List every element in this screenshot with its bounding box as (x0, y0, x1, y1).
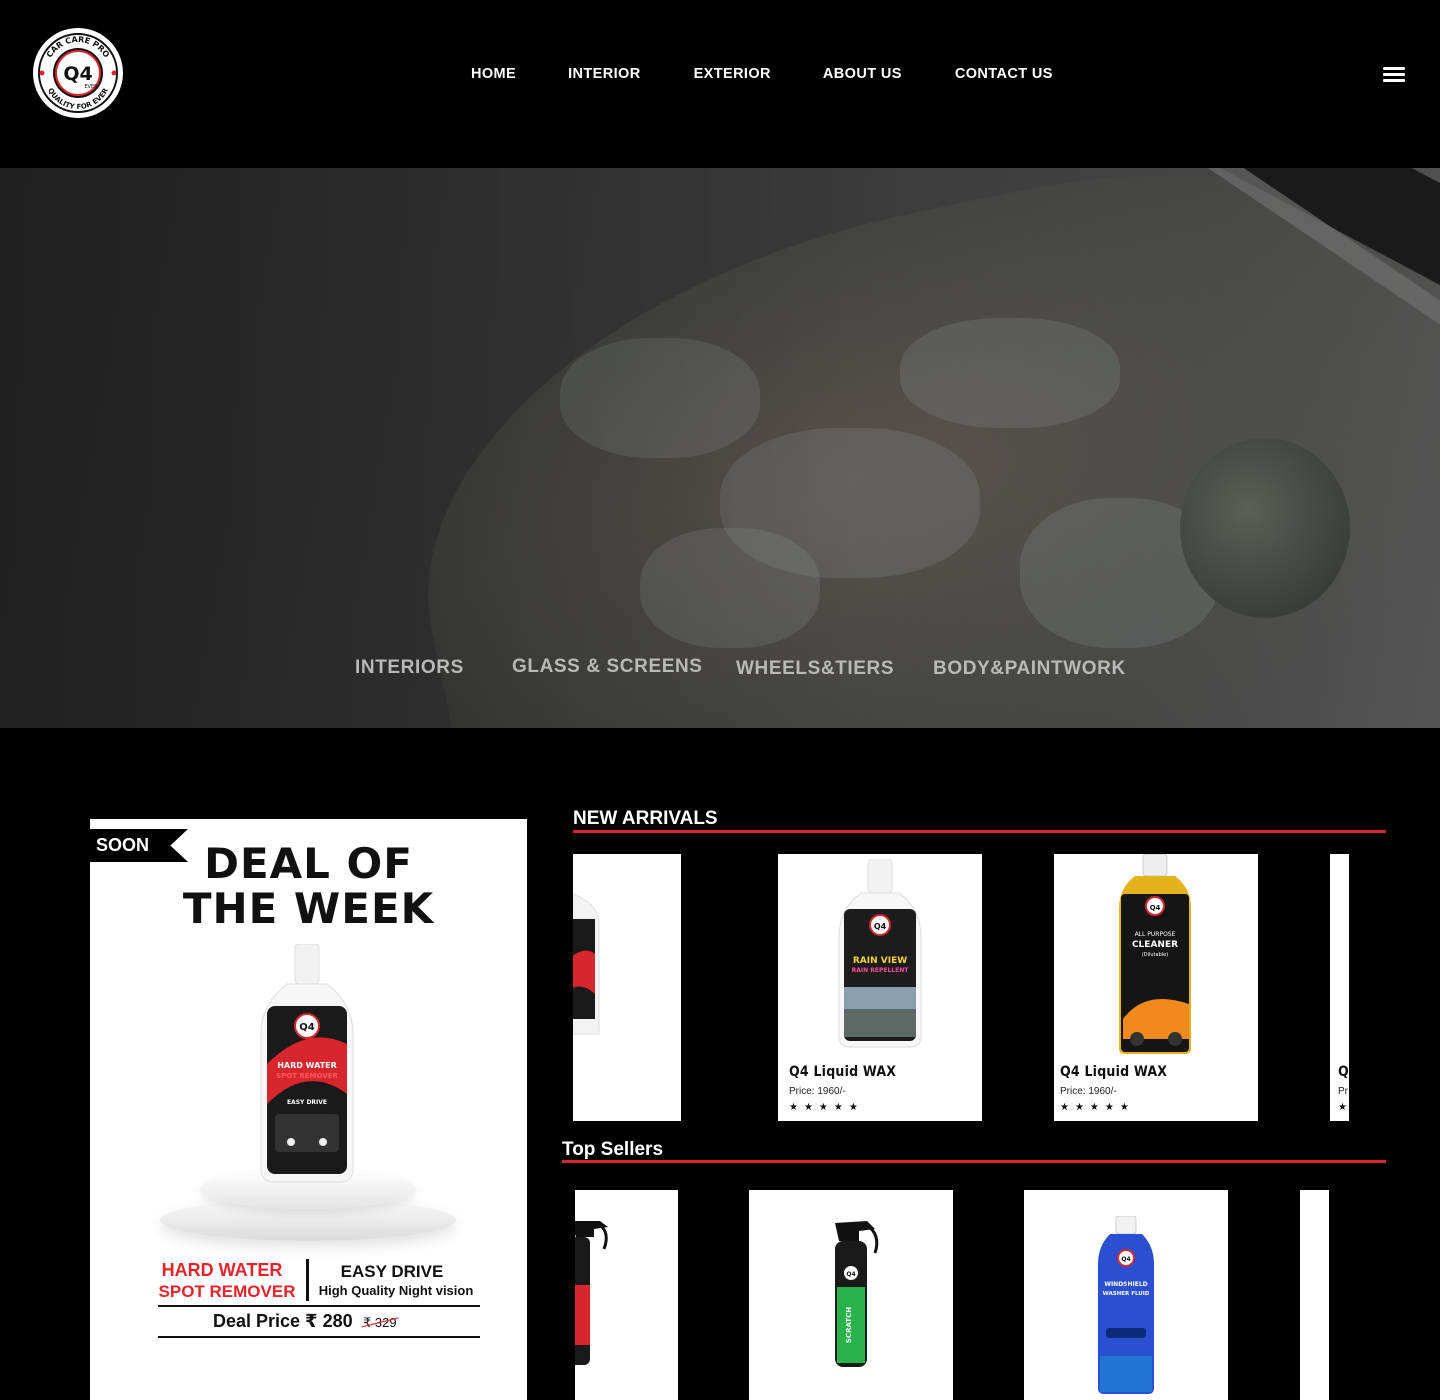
product-name[interactable]: Q4 Liquid WAX (1060, 1064, 1167, 1080)
deal-title-line2: THE WEEK (182, 884, 435, 933)
deal-right-line1: EASY DRIVE (340, 1262, 444, 1281)
category-interiors[interactable]: INTERIORS (355, 657, 464, 679)
category-body-paintwork[interactable]: BODY&PAINTWORK (933, 658, 1126, 680)
brand-logo[interactable]: Q4 EVER CAR CARE PRO QUALITY FOR EVER (33, 28, 123, 118)
svg-text:HARD WATER: HARD WATER (277, 1061, 337, 1070)
product-bottle-image (573, 893, 600, 1035)
svg-text:CLEANER: CLEANER (1132, 940, 1178, 950)
top-seller-card-scratch-remover[interactable]: Q4 SCRATCH (749, 1190, 953, 1400)
nav-contact-us[interactable]: CONTACT US (955, 66, 1053, 83)
product-card-partial-left[interactable] (573, 854, 681, 1121)
new-arrivals-underline (573, 830, 1386, 833)
product-bottle-image: Q4 WINDSHIELD WASHER FLUID (1098, 1216, 1154, 1394)
hamburger-icon[interactable] (1383, 66, 1405, 83)
product-price: Pr (1338, 1086, 1348, 1097)
product-card-all-purpose-cleaner[interactable]: Q4 ALL PURPOSE CLEANER (Dilutable) Q4 Li… (1054, 854, 1258, 1121)
svg-text:RAIN REPELLENT: RAIN REPELLENT (852, 967, 910, 974)
product-price: Price: 1960/- (1060, 1086, 1117, 1097)
svg-text:ALL PURPOSE: ALL PURPOSE (1135, 931, 1176, 938)
top-seller-card-windshield-washer[interactable]: Q4 WINDSHIELD WASHER FLUID (1024, 1190, 1228, 1400)
deal-title-line1: DEAL OF (204, 839, 413, 888)
nav-interior[interactable]: INTERIOR (568, 66, 640, 83)
product-card-rain-view[interactable]: Q4 RAIN VIEW RAIN REPELLENT Q4 Liquid WA… (778, 854, 982, 1121)
deal-old-price: ₹ 329 (363, 1315, 397, 1330)
product-name[interactable]: Q4 Liquid WAX (789, 1064, 896, 1080)
svg-text:Q4: Q4 (1150, 904, 1161, 912)
category-wheels-tiers[interactable]: WHEELS&TIERS (736, 658, 894, 680)
svg-text:Q4: Q4 (874, 922, 887, 931)
svg-text:Q4: Q4 (846, 1271, 855, 1278)
svg-text:WINDSHIELD: WINDSHIELD (1104, 1281, 1147, 1288)
category-glass-screens[interactable]: GLASS & SCREENS (512, 656, 703, 678)
svg-text:SPOT REMOVER: SPOT REMOVER (276, 1072, 338, 1080)
deal-right-line2: High Quality Night vision (318, 1283, 474, 1298)
top-sellers-underline (562, 1160, 1386, 1163)
hero-category-links: INTERIORS GLASS & SCREENS WHEELS&TIERS B… (0, 656, 1440, 686)
deal-price: Deal Price ₹ 280 (213, 1311, 353, 1331)
site-header: Q4 EVER CAR CARE PRO QUALITY FOR EVER HO… (0, 0, 1440, 168)
top-sellers-title: Top Sellers (562, 1139, 664, 1160)
nav-exterior[interactable]: EXTERIOR (694, 66, 771, 83)
product-rating-stars: ★ (1338, 1102, 1349, 1113)
deal-left-line1: HARD WATER (161, 1260, 283, 1280)
product-bottle-image: Q4 HARD WATER SPOT REMOVER EASY DRIVE (260, 944, 354, 1183)
top-seller-card-partial-left[interactable] (575, 1190, 678, 1400)
svg-text:Q4: Q4 (299, 1022, 315, 1033)
svg-text:RAIN VIEW: RAIN VIEW (853, 956, 907, 966)
product-price: Price: 1960/- (789, 1086, 846, 1097)
nav-home[interactable]: HOME (471, 66, 516, 83)
top-seller-card-partial-right[interactable] (1300, 1190, 1329, 1400)
svg-text:Q4: Q4 (1121, 1256, 1130, 1263)
nav-about-us[interactable]: ABOUT US (823, 66, 902, 83)
product-rating-stars: ★★★★★ (1060, 1102, 1135, 1113)
svg-text:WASHER FLUID: WASHER FLUID (1103, 1291, 1150, 1297)
svg-text:SCRATCH: SCRATCH (845, 1307, 853, 1343)
product-rating-stars: ★★★★★ (789, 1102, 864, 1113)
deal-of-the-week-banner[interactable]: SOON DEAL OF THE WEEK Q4 HARD WATER SPOT… (90, 819, 527, 1400)
svg-text:(Dilutable): (Dilutable) (1142, 952, 1168, 958)
product-bottle-image: Q4 RAIN VIEW RAIN REPELLENT (838, 859, 922, 1048)
spray-bottle-image: Q4 SCRATCH (835, 1221, 879, 1367)
svg-text:EVER: EVER (84, 84, 98, 90)
spray-bottle-image (575, 1221, 608, 1365)
svg-text:Q4: Q4 (63, 63, 92, 85)
product-card-partial-right[interactable]: Q4 Pr ★ (1330, 854, 1349, 1121)
hero-banner: INTERIORS GLASS & SCREENS WHEELS&TIERS B… (0, 168, 1440, 728)
deal-left-line2: SPOT REMOVER (158, 1282, 296, 1301)
product-name[interactable]: Q4 (1338, 1064, 1349, 1080)
main-nav: HOME INTERIOR EXTERIOR ABOUT US CONTACT … (471, 66, 1053, 83)
brand-logo-icon: Q4 EVER CAR CARE PRO QUALITY FOR EVER (35, 30, 121, 116)
svg-text:EASY DRIVE: EASY DRIVE (287, 1099, 327, 1106)
product-bottle-image: Q4 ALL PURPOSE CLEANER (Dilutable) (1119, 854, 1191, 1054)
new-arrivals-title: NEW ARRIVALS (573, 808, 718, 829)
